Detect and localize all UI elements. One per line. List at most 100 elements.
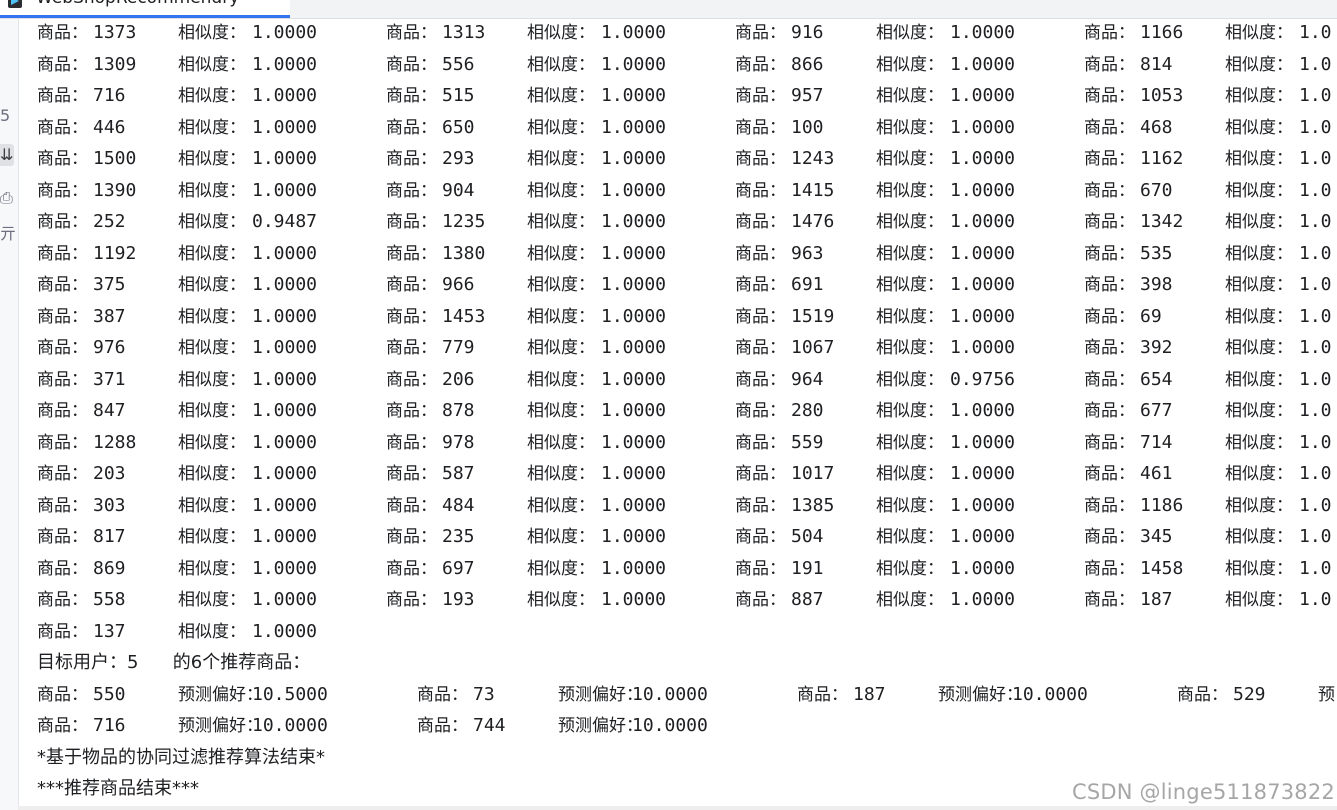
item-label: 商品： [386,117,437,138]
similarity-value: 1.0000 [950,494,1016,516]
similarity-value: 1.0000 [252,368,318,390]
similarity-label: 相似度： [1225,558,1293,579]
item-id: 1186 [1140,494,1184,516]
item-label: 商品： [735,243,786,264]
item-label: 商品： [1084,432,1135,453]
similarity-value: 1.0000 [601,116,667,138]
item-label: 商品： [1084,369,1135,390]
similarity-label: 相似度： [876,432,944,453]
item-id: 73 [473,683,495,705]
item-label: 商品： [1084,54,1135,75]
similarity-label: 相似度： [1225,149,1293,169]
similarity-value: 1.0000 [950,85,1016,106]
item-label: 商品： [37,495,88,516]
similarity-value: 1.0000 [950,179,1016,201]
item-label: 商品： [735,590,786,610]
item-label: 商品： [735,275,786,295]
item-id: 252 [93,211,126,232]
item-label: 商品： [735,117,786,138]
item-label: 商品： [386,23,437,43]
similarity-label: 相似度： [876,117,944,138]
item-id: 1162 [1140,148,1184,169]
similarity-label: 相似度： [876,149,944,169]
item-label: 商品： [37,149,88,169]
similarity-label: 相似度： [527,54,595,75]
similarity-value: 1.0 [1299,368,1332,390]
item-label: 商品： [735,23,786,43]
similarity-value: 1.0000 [252,620,318,642]
similarity-label: 相似度： [178,117,246,138]
similarity-label: 相似度： [178,590,246,610]
download-icon[interactable]: ⇊ [0,144,14,166]
similarity-label: 相似度： [876,86,944,106]
print-icon[interactable]: ⎙ [0,187,14,209]
similarity-value: 1.0000 [252,242,318,264]
item-id: 1235 [442,211,486,232]
preference-value: 10.0000 [1012,683,1088,705]
item-id: 1519 [791,305,835,327]
item-id: 280 [791,400,824,421]
item-label: 商品： [417,684,468,705]
item-id: 1453 [442,305,486,327]
similarity-label: 相似度： [1225,338,1293,358]
item-label: 商品： [735,432,786,453]
similarity-label: 相似度： [876,23,944,43]
item-id: 1415 [791,179,835,201]
item-label: 商品： [1084,464,1135,484]
item-id: 978 [442,431,475,453]
item-id: 697 [442,557,475,579]
delete-icon[interactable]: 亓 [0,223,16,245]
item-id: 206 [442,368,475,390]
similarity-value: 1.0 [1299,242,1332,264]
similarity-value: 0.9756 [950,368,1016,390]
item-id: 529 [1233,683,1266,705]
similarity-label: 相似度： [178,621,246,642]
similarity-label: 相似度： [527,212,595,232]
item-label: 商品： [1084,527,1135,547]
item-id: 461 [1140,463,1173,484]
item-label: 商品： [37,117,88,138]
similarity-value: 1.0000 [950,589,1016,610]
item-label: 商品： [417,716,468,736]
item-id: 1243 [791,148,835,169]
similarity-label: 相似度： [876,338,944,358]
item-id: 957 [791,85,824,106]
item-id: 869 [93,557,126,579]
item-label: 商品： [386,495,437,516]
similarity-label: 相似度： [1225,432,1293,453]
similarity-label: 相似度： [178,86,246,106]
similarity-value: 1.0000 [252,116,318,138]
run-tab[interactable]: WebShopRecommendry [0,0,290,18]
similarity-label: 相似度： [178,23,246,43]
preference-label: 预测偏好： [558,684,643,705]
item-id: 387 [93,305,126,327]
similarity-label: 相似度： [527,432,595,453]
similarity-value: 1.0000 [252,337,318,358]
item-label: 商品： [37,401,88,421]
item-label: 商品： [386,212,437,232]
similarity-label: 相似度： [178,180,246,201]
similarity-value: 1.0000 [252,305,318,327]
item-id: 187 [853,683,886,705]
similarity-label: 相似度： [1225,527,1293,547]
item-id: 559 [791,431,824,453]
horizontal-scrollbar[interactable] [18,806,1337,810]
item-id: 744 [473,715,506,736]
item-label: 商品： [37,369,88,390]
similarity-label: 相似度： [527,306,595,327]
item-label: 商品： [37,527,88,547]
rerun-icon[interactable]: 5 [0,105,14,127]
similarity-label: 相似度： [876,590,944,610]
similarity-value: 1.0000 [252,400,318,421]
run-config-icon [8,0,22,8]
item-id: 904 [442,179,475,201]
similarity-label: 相似度： [527,558,595,579]
item-label: 商品： [386,275,437,295]
similarity-label: 相似度： [527,527,595,547]
similarity-label: 相似度： [876,369,944,390]
item-id: 193 [442,589,475,610]
item-id: 670 [1140,179,1173,201]
item-label: 商品： [37,432,88,453]
item-id: 814 [1140,53,1173,75]
similarity-value: 1.0000 [950,211,1016,232]
